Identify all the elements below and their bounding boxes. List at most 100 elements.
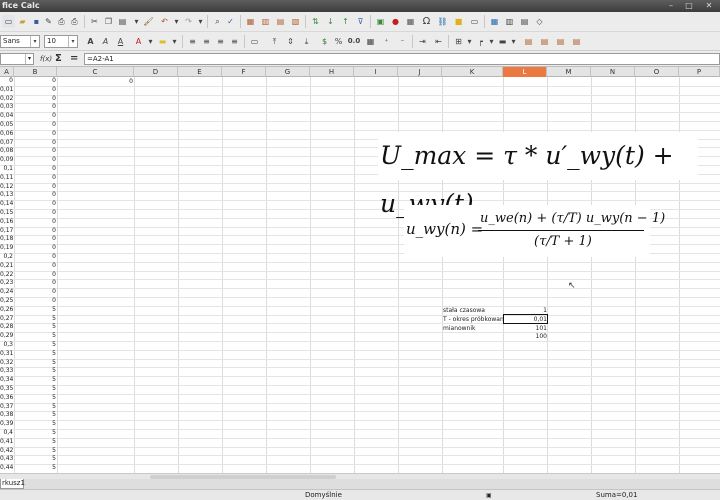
cell-a34[interactable]: 0,33 (0, 367, 14, 376)
cell-b35[interactable]: 5 (14, 376, 57, 385)
insert-columns-icon[interactable]: ▧ (289, 15, 302, 28)
split-window-icon[interactable]: ▤ (518, 15, 531, 28)
column-header-g[interactable]: G (266, 67, 310, 77)
cell-b37[interactable]: 5 (14, 394, 57, 403)
cell-b11[interactable]: 0 (14, 165, 57, 174)
cell-a10[interactable]: 0,09 (0, 156, 14, 165)
data-bar-icon[interactable]: ▤ (554, 35, 567, 48)
delete-decimal-icon[interactable]: ⁻ (396, 35, 409, 48)
cell-b5[interactable]: 0 (14, 112, 57, 121)
cell-a9[interactable]: 0,08 (0, 147, 14, 156)
insert-rows-icon[interactable]: ▤ (274, 15, 287, 28)
underline-icon[interactable]: A (114, 35, 127, 48)
paste-icon[interactable]: ▤ (116, 15, 129, 28)
cell-b17[interactable]: 0 (14, 218, 57, 227)
cell-a29[interactable]: 0,28 (0, 323, 14, 332)
column-header-b[interactable]: B (14, 67, 57, 77)
name-box[interactable]: ▾ (0, 53, 34, 65)
cell-b42[interactable]: 5 (14, 438, 57, 447)
column-header-f[interactable]: F (222, 67, 266, 77)
cell-a2[interactable]: 0,01 (0, 86, 14, 95)
cell-b41[interactable]: 5 (14, 429, 57, 438)
date-format-icon[interactable]: ▦ (364, 35, 377, 48)
spreadsheet-grid[interactable]: 0 0,01 0,02 0,03 0,04 0,05 0,06 0,07 0,08 0,09 0,1… (0, 77, 720, 473)
cell-a4[interactable]: 0,03 (0, 103, 14, 112)
column-header-l[interactable]: L (503, 67, 547, 77)
param-value[interactable]: 100 (503, 332, 548, 341)
column-header-e[interactable]: E (178, 67, 222, 77)
formula-input[interactable]: =A2-A1 (84, 53, 720, 65)
sort-descending-icon[interactable]: ↑ (339, 15, 352, 28)
chevron-down-icon[interactable]: ▾ (25, 54, 33, 64)
function-wizard-icon[interactable]: f(x) (40, 53, 52, 65)
cell-b24[interactable]: 0 (14, 279, 57, 288)
cell-b36[interactable]: 5 (14, 385, 57, 394)
hyperlink-icon[interactable]: ⛓ (436, 15, 449, 28)
cell-a24[interactable]: 0,23 (0, 279, 14, 288)
cell-b40[interactable]: 5 (14, 420, 57, 429)
cell-a30[interactable]: 0,29 (0, 332, 14, 341)
cell-b32[interactable]: 5 (14, 350, 57, 359)
align-middle-icon[interactable]: ⇕ (284, 35, 297, 48)
cell-a32[interactable]: 0,31 (0, 350, 14, 359)
cell-b16[interactable]: 0 (14, 209, 57, 218)
align-top-icon[interactable]: ⤒ (268, 35, 281, 48)
cell-b21[interactable]: 0 (14, 253, 57, 262)
pivot-table-icon[interactable]: ▦ (404, 15, 417, 28)
cell-b28[interactable]: 5 (14, 315, 57, 324)
cell-b10[interactable]: 0 (14, 156, 57, 165)
cell-b34[interactable]: 5 (14, 367, 57, 376)
minimize-button[interactable]: – (666, 1, 676, 11)
cell-b45[interactable]: 5 (14, 464, 57, 473)
column-header-k[interactable]: K (442, 67, 503, 77)
cell-b8[interactable]: 0 (14, 139, 57, 148)
cell-a37[interactable]: 0,36 (0, 394, 14, 403)
sort-icon[interactable]: ⇅ (309, 15, 322, 28)
align-center-icon[interactable]: ≡ (200, 35, 213, 48)
cell-b26[interactable]: 0 (14, 297, 57, 306)
show-draw-functions-icon[interactable]: ◇ (533, 15, 546, 28)
cell-a45[interactable]: 0,44 (0, 464, 14, 473)
cell-a40[interactable]: 0,39 (0, 420, 14, 429)
cell-b2[interactable]: 0 (14, 86, 57, 95)
formula-icon[interactable]: = (70, 53, 78, 65)
cell-b39[interactable]: 5 (14, 411, 57, 420)
column-header-h[interactable]: H (310, 67, 354, 77)
column-header-c[interactable]: C (57, 67, 134, 77)
italic-icon[interactable]: A (99, 35, 112, 48)
chart-icon[interactable]: ● (389, 15, 402, 28)
cell-b7[interactable]: 0 (14, 130, 57, 139)
increase-indent-icon[interactable]: ⇥ (416, 35, 429, 48)
cell-b18[interactable]: 0 (14, 227, 57, 236)
column-header-a[interactable]: A (0, 67, 14, 77)
cell-b43[interactable]: 5 (14, 447, 57, 456)
cell-b31[interactable]: 5 (14, 341, 57, 350)
param-value[interactable]: 101 (503, 324, 548, 333)
cell-b4[interactable]: 0 (14, 103, 57, 112)
cell-a7[interactable]: 0,06 (0, 130, 14, 139)
cell-b13[interactable]: 0 (14, 183, 57, 192)
cell-b15[interactable]: 0 (14, 200, 57, 209)
export-pdf-icon[interactable]: ⎙ (55, 15, 68, 28)
cell-a25[interactable]: 0,24 (0, 288, 14, 297)
sort-ascending-icon[interactable]: ↓ (324, 15, 337, 28)
currency-icon[interactable]: $ (318, 35, 331, 48)
percent-icon[interactable]: % (332, 35, 345, 48)
freeze-rows-icon[interactable]: ▥ (503, 15, 516, 28)
conditional-format-icon[interactable]: ▤ (522, 35, 535, 48)
column-header-j[interactable]: J (398, 67, 442, 77)
image-icon[interactable]: ▣ (374, 15, 387, 28)
dropdown-arrow-icon[interactable]: ▾ (194, 15, 207, 28)
maximize-button[interactable]: □ (684, 1, 694, 11)
cell-a14[interactable]: 0,13 (0, 191, 14, 200)
special-character-icon[interactable]: Ω (420, 15, 433, 28)
cell-b22[interactable]: 0 (14, 262, 57, 271)
cell-a27[interactable]: 0,26 (0, 306, 14, 315)
column-header-m[interactable]: M (547, 67, 591, 77)
cell-a5[interactable]: 0,04 (0, 112, 14, 121)
row-icon[interactable]: ▦ (244, 15, 257, 28)
cell-a31[interactable]: 0,3 (0, 341, 14, 350)
color-scale-icon[interactable]: ▤ (538, 35, 551, 48)
cell-a28[interactable]: 0,27 (0, 315, 14, 324)
chevron-down-icon[interactable]: ▾ (30, 36, 39, 47)
